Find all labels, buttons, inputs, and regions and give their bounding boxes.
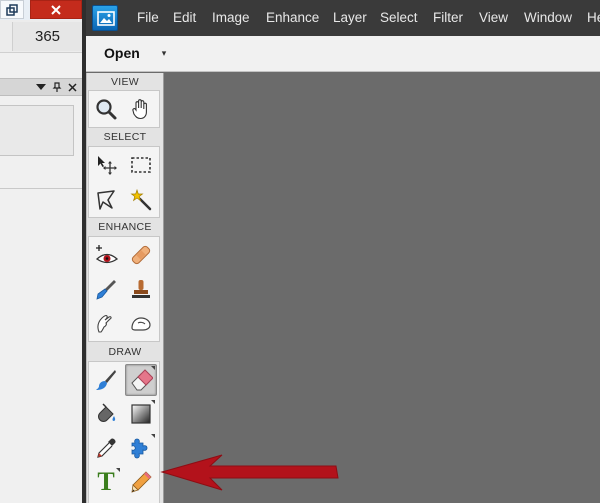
value-cell: 365 xyxy=(12,22,82,51)
hand-icon xyxy=(132,99,147,120)
rectangular-marquee-tool[interactable] xyxy=(125,149,157,181)
section-label-view: VIEW xyxy=(110,76,140,88)
clone-stamp-tool[interactable] xyxy=(125,273,157,305)
smart-brush-tool[interactable] xyxy=(90,273,122,305)
divider xyxy=(0,188,82,189)
pin-icon[interactable] xyxy=(52,82,62,93)
tool-options-corner-icon xyxy=(151,366,155,370)
tool-options-corner-icon xyxy=(151,400,155,404)
background-panel-body xyxy=(0,105,74,156)
tool-options-corner-icon xyxy=(151,434,155,438)
eraser-tool[interactable] xyxy=(125,364,157,396)
bandage-icon xyxy=(131,245,151,265)
menu-select[interactable]: Select xyxy=(380,0,418,36)
stamp-icon xyxy=(132,280,150,298)
background-window xyxy=(0,0,82,503)
close-icon xyxy=(51,4,61,15)
app-logo-icon[interactable] xyxy=(92,5,118,31)
hand-tool[interactable] xyxy=(125,93,157,125)
magnifier-icon xyxy=(96,99,117,120)
close-window-button[interactable] xyxy=(30,0,82,19)
pencil-tool[interactable] xyxy=(125,466,157,498)
annotation-arrow-icon xyxy=(160,454,339,491)
smudge-tool[interactable] xyxy=(90,307,122,339)
move-icon xyxy=(98,156,117,175)
menu-window[interactable]: Window xyxy=(524,0,572,36)
paint-brush-icon xyxy=(96,370,116,390)
menu-edit[interactable]: Edit xyxy=(173,0,196,36)
type-t-icon: T xyxy=(97,467,115,496)
smudge-finger-icon xyxy=(97,315,112,333)
open-dropdown-chevron-icon[interactable]: ▾ xyxy=(159,45,169,61)
gradient-icon xyxy=(131,404,151,424)
section-label-draw: DRAW xyxy=(108,346,142,358)
magic-wand-icon xyxy=(130,188,152,211)
menu-file[interactable]: File xyxy=(137,0,159,36)
puzzle-shape-icon xyxy=(131,438,148,459)
color-picker-tool[interactable] xyxy=(90,432,122,464)
open-button[interactable]: Open xyxy=(104,43,140,63)
menu-enhance[interactable]: Enhance xyxy=(266,0,319,36)
canvas-area[interactable] xyxy=(164,73,600,503)
menu-layer[interactable]: Layer xyxy=(333,0,367,36)
move-tool[interactable] xyxy=(90,149,122,181)
brush-tool[interactable] xyxy=(90,364,122,396)
restore-window-button[interactable] xyxy=(0,0,24,19)
smart-brush-icon xyxy=(96,280,116,300)
menu-view[interactable]: View xyxy=(479,0,508,36)
spot-healing-brush-tool[interactable] xyxy=(125,239,157,271)
pencil-icon xyxy=(131,471,152,493)
red-eye-icon xyxy=(95,245,118,264)
red-eye-removal-tool[interactable] xyxy=(90,239,122,271)
background-panel-header xyxy=(0,78,82,96)
restore-icon xyxy=(6,3,18,16)
zoom-tool[interactable] xyxy=(90,93,122,125)
menu-image[interactable]: Image xyxy=(212,0,250,36)
type-tool[interactable]: T xyxy=(90,466,122,498)
custom-shape-tool[interactable] xyxy=(125,432,157,464)
section-label-enhance: ENHANCE xyxy=(98,221,152,233)
marquee-icon xyxy=(131,157,151,173)
panel-close-icon[interactable] xyxy=(68,83,77,92)
eraser-icon xyxy=(131,369,153,391)
tool-options-corner-icon xyxy=(116,468,120,472)
paint-bucket-tool[interactable] xyxy=(90,398,122,430)
eyedropper-icon xyxy=(97,438,116,458)
paint-bucket-icon xyxy=(98,403,116,422)
menu-filter[interactable]: Filter xyxy=(433,0,463,36)
sponge-hand-icon xyxy=(131,317,151,331)
polygonal-lasso-icon xyxy=(97,190,115,210)
magic-wand-tool[interactable] xyxy=(125,184,157,216)
gradient-tool[interactable] xyxy=(125,398,157,430)
photo-editor-logo-icon xyxy=(97,11,115,26)
menu-help[interactable]: He xyxy=(587,0,600,36)
section-label-select: SELECT xyxy=(103,131,147,143)
panel-menu-arrow-icon[interactable] xyxy=(36,83,46,91)
sponge-tool[interactable] xyxy=(125,307,157,339)
lasso-tool[interactable] xyxy=(90,184,122,216)
